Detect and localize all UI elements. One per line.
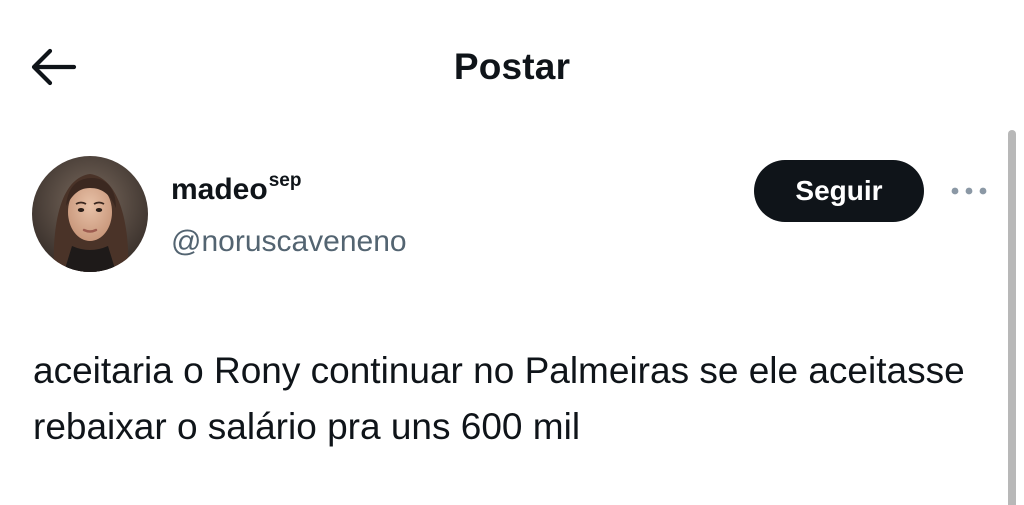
author-display-name[interactable]: madeosep (171, 170, 301, 214)
scrollbar[interactable] (1008, 130, 1016, 505)
author-handle[interactable]: @noruscaveneno (171, 222, 407, 262)
display-name-text: madeo (171, 173, 268, 206)
post-text: aceitaria o Rony continuar no Palmeiras … (33, 350, 965, 447)
follow-button[interactable]: Seguir (754, 160, 924, 222)
display-name-superscript: sep (268, 170, 302, 191)
avatar[interactable] (32, 156, 148, 272)
page-title: Postar (453, 46, 571, 87)
more-horizontal-icon (951, 187, 987, 195)
more-options-button[interactable] (945, 174, 993, 208)
post-screen: Postar madeosep @noruscaveneno Seguir ac… (0, 0, 1024, 505)
